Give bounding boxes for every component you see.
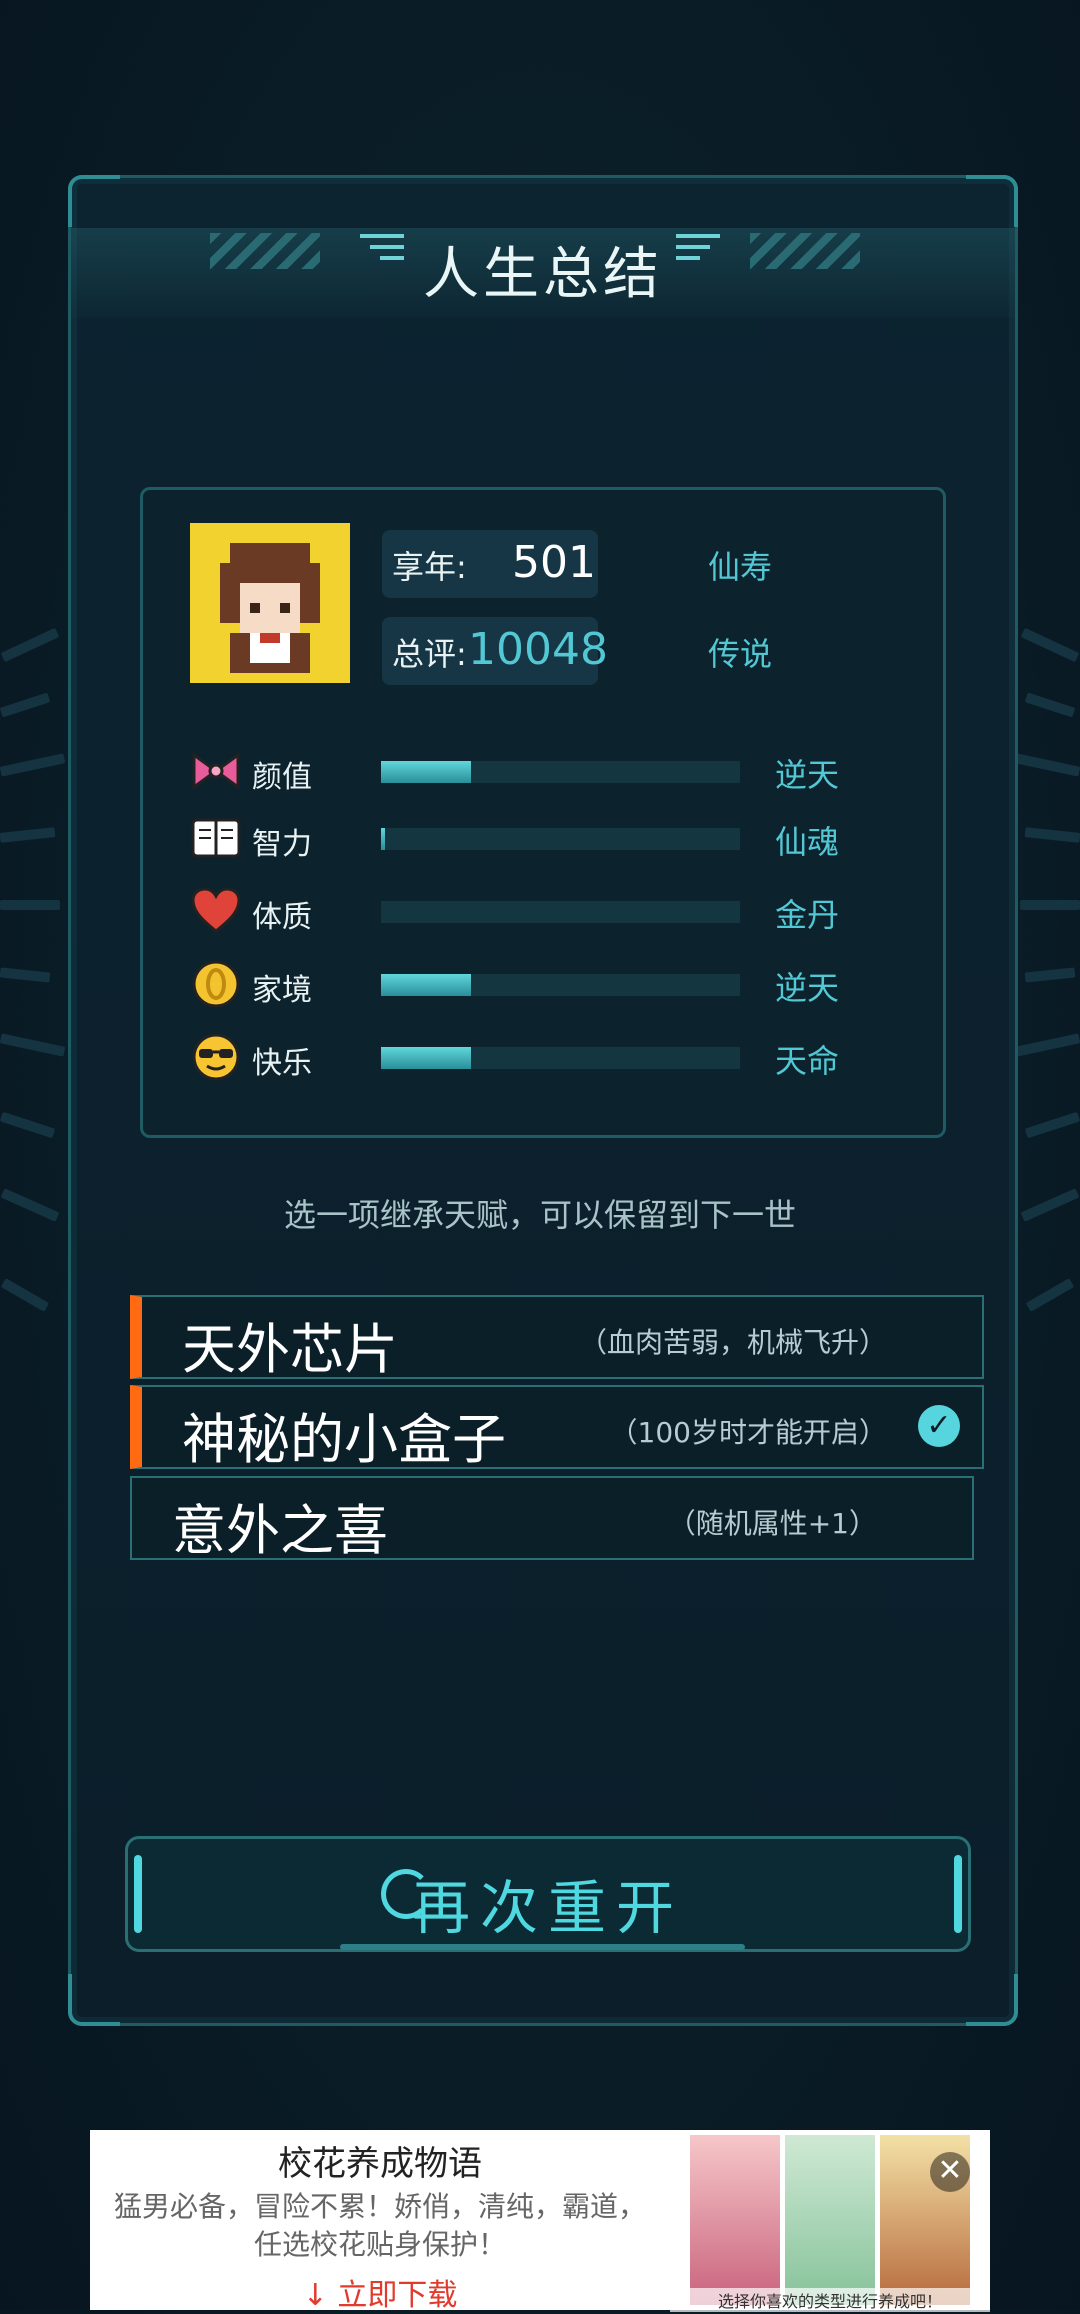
attribute-rank: 逆天 [775, 969, 840, 1007]
attribute-bar [381, 974, 740, 996]
ad-title: 校花养成物语 [278, 2144, 482, 2184]
attribute-bar-fill [381, 1047, 471, 1069]
attribute-bar-fill [381, 761, 471, 783]
attribute-bar [381, 901, 740, 923]
ad-download-link[interactable]: ↓ 立即下载 [90, 2270, 670, 2314]
coin-icon [190, 958, 242, 1010]
age-label: 享年: [392, 548, 467, 586]
bow-icon [190, 745, 242, 797]
attribute-rank: 逆天 [775, 756, 840, 794]
panel-corner [68, 1974, 120, 2026]
ad-image [690, 2135, 780, 2305]
attribute-bar-fill [381, 974, 471, 996]
ad-banner[interactable]: 校花养成物语 猛男必备，冒险不累！娇俏，清纯，霸道， 任选校花贴身保护！ ↓ 立… [90, 2130, 990, 2313]
restart-button[interactable]: 再次重开 [125, 1836, 971, 1952]
talent-desc: （100岁时才能开启） [609, 1416, 887, 1449]
score-value: 10048 [468, 624, 608, 675]
talent-name: 意外之喜 [172, 1499, 388, 1562]
age-rank: 仙寿 [708, 548, 773, 586]
attribute-bar [381, 828, 740, 850]
ad-description: 猛男必备，冒险不累！娇俏，清纯，霸道， 任选校花贴身保护！ [90, 2188, 670, 2264]
talent-name: 天外芯片 [182, 1318, 398, 1381]
talent-option[interactable]: 天外芯片 （血肉苦弱，机械飞升） [130, 1295, 984, 1381]
talent-desc: （血肉苦弱，机械飞升） [578, 1326, 887, 1359]
restart-label: 再次重开 [411, 1874, 684, 1942]
attribute-rank: 仙魂 [775, 823, 840, 861]
title-stripes-left [210, 233, 320, 269]
attribute-bar [381, 761, 740, 783]
title-lines-icon-left [360, 234, 404, 260]
attribute-bar-fill [381, 828, 385, 850]
attribute-label: 家境 [252, 973, 312, 1008]
score-label: 总评: [392, 635, 467, 673]
inherit-hint: 选一项继承天赋，可以保留到下一世 [283, 1196, 796, 1234]
button-underline [340, 1944, 745, 1950]
talent-option[interactable]: 神秘的小盒子 （100岁时才能开启） ✓ [130, 1385, 984, 1471]
score-rank: 传说 [708, 635, 773, 673]
title-lines-icon-right [676, 234, 720, 260]
heart-icon [190, 885, 242, 937]
ad-caption: 选择你喜欢的类型进行养成吧！ [670, 2288, 990, 2312]
attribute-rank: 金丹 [775, 896, 840, 934]
ad-image [785, 2135, 875, 2305]
avatar [190, 523, 350, 683]
attribute-rank: 天命 [775, 1042, 840, 1080]
check-icon: ✓ [918, 1405, 960, 1447]
title-stripes-right [750, 233, 860, 269]
panel-corner [966, 1974, 1018, 2026]
sunglasses-face-icon [190, 1031, 242, 1083]
attribute-label: 体质 [252, 900, 312, 935]
attribute-label: 颜值 [252, 760, 312, 795]
ad-description-line: 猛男必备，冒险不累！娇俏，清纯，霸道， [113, 2190, 646, 2223]
talent-desc: （随机属性+1） [667, 1507, 877, 1540]
ad-description-line: 任选校花贴身保护！ [253, 2228, 506, 2261]
attribute-label: 智力 [252, 827, 312, 862]
book-icon [190, 812, 242, 864]
attribute-bar [381, 1047, 740, 1069]
talent-option[interactable]: 意外之喜 （随机属性+1） [130, 1476, 974, 1562]
age-value: 501 [512, 537, 596, 588]
talent-name: 神秘的小盒子 [182, 1408, 506, 1471]
ad-download-label: 立即下载 [337, 2278, 458, 2313]
panel-corner [966, 175, 1018, 227]
download-arrow-icon: ↓ [302, 2278, 328, 2313]
close-icon[interactable]: ✕ [930, 2152, 970, 2192]
panel-corner [68, 175, 120, 227]
attribute-label: 快乐 [252, 1046, 312, 1081]
